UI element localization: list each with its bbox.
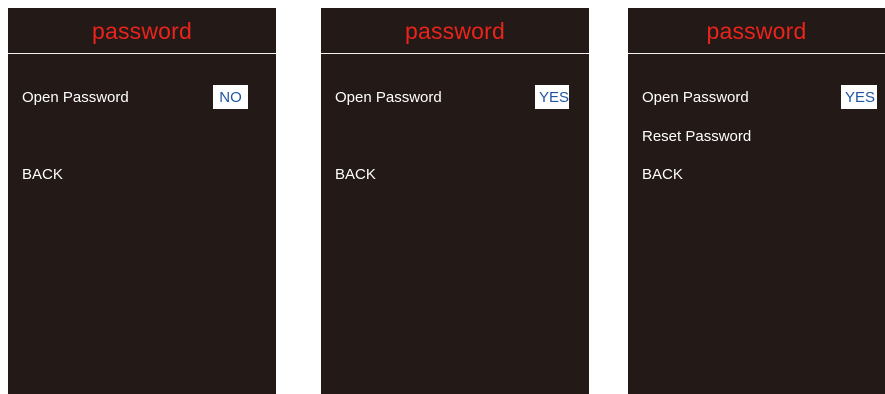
reset-password-menu-item[interactable]: Reset Password xyxy=(642,128,751,146)
password-screen-reset-available: password Open Password YES Reset Passwor… xyxy=(628,8,885,394)
password-screen-open-no: password Open Password NO BACK xyxy=(8,8,276,394)
title-divider xyxy=(628,53,885,54)
screen-title: password xyxy=(91,18,193,44)
open-password-menu-item[interactable]: Open Password xyxy=(335,89,442,107)
screen-title: password xyxy=(706,18,807,44)
open-password-menu-item[interactable]: Open Password xyxy=(642,89,749,107)
title-divider xyxy=(321,53,589,54)
password-screen-open-yes: password Open Password YES BACK xyxy=(321,8,589,394)
open-password-value[interactable]: YES xyxy=(841,85,877,109)
back-menu-item[interactable]: BACK xyxy=(22,166,63,184)
screen-title: password xyxy=(404,18,506,44)
open-password-value[interactable]: NO xyxy=(213,85,248,109)
back-menu-item[interactable]: BACK xyxy=(642,166,683,184)
title-divider xyxy=(8,53,276,54)
open-password-value[interactable]: YES xyxy=(535,85,569,109)
open-password-menu-item[interactable]: Open Password xyxy=(22,89,129,107)
back-menu-item[interactable]: BACK xyxy=(335,166,376,184)
